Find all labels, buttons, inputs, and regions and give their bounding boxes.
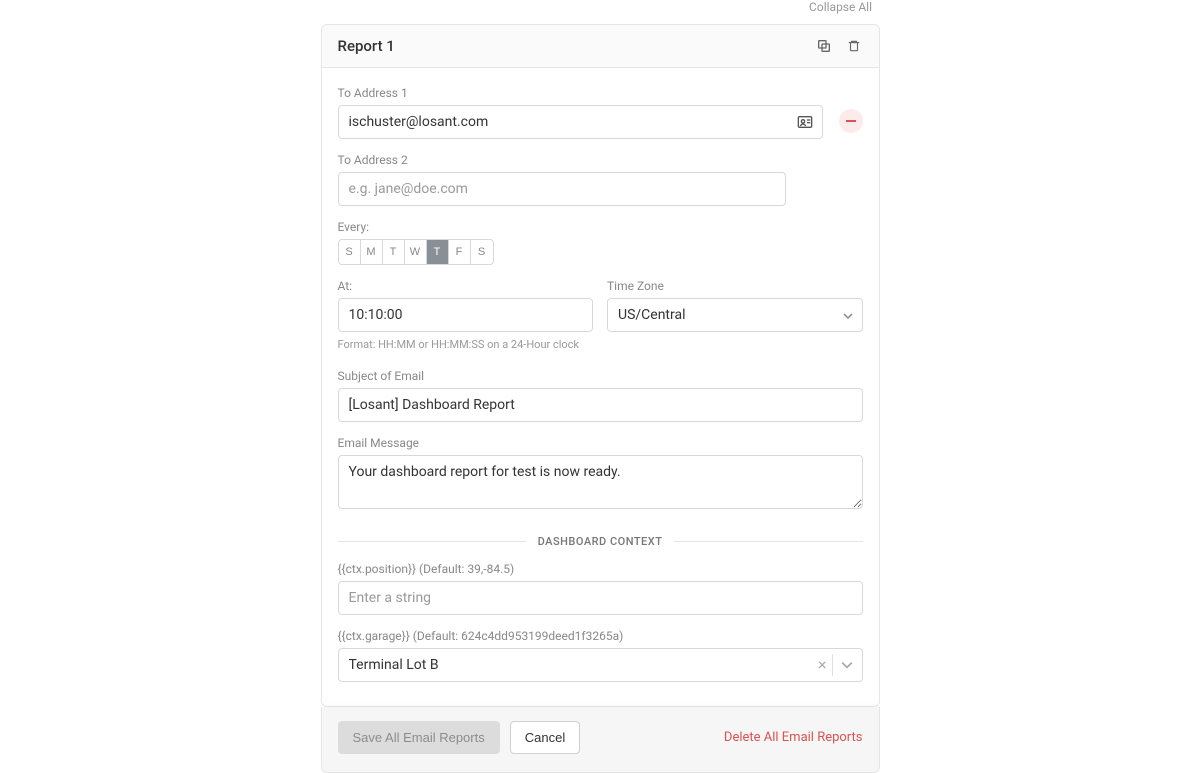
save-button[interactable]: Save All Email Reports <box>338 721 500 754</box>
day-btn-5[interactable]: F <box>449 240 471 264</box>
ctx-garage-select[interactable] <box>338 648 863 682</box>
ctx-position-label: {{ctx.position}} (Default: 39,-84.5) <box>338 562 863 576</box>
message-textarea[interactable] <box>338 455 863 509</box>
to-address-2-input[interactable] <box>338 172 786 206</box>
separator <box>832 654 833 676</box>
to-address-2-label: To Address 2 <box>338 153 786 167</box>
footer-bar: Save All Email Reports Cancel Delete All… <box>321 707 880 773</box>
day-btn-3[interactable]: W <box>405 240 427 264</box>
message-label: Email Message <box>338 436 863 450</box>
cancel-button[interactable]: Cancel <box>510 721 580 754</box>
duplicate-icon[interactable] <box>815 37 833 55</box>
at-label: At: <box>338 279 594 293</box>
collapse-all-link[interactable]: Collapse All <box>0 0 1200 24</box>
every-label: Every: <box>338 220 786 234</box>
day-btn-4[interactable]: T <box>427 240 449 264</box>
divider <box>338 541 526 542</box>
timezone-select[interactable] <box>607 298 863 332</box>
day-btn-0[interactable]: S <box>339 240 361 264</box>
ctx-garage-label: {{ctx.garage}} (Default: 624c4dd953199de… <box>338 629 863 643</box>
timezone-label: Time Zone <box>607 279 863 293</box>
subject-input[interactable] <box>338 388 863 422</box>
subject-label: Subject of Email <box>338 369 863 383</box>
delete-icon[interactable] <box>845 37 863 55</box>
at-input[interactable] <box>338 298 594 332</box>
report-header: Report 1 <box>322 25 879 68</box>
divider <box>674 541 862 542</box>
at-hint: Format: HH:MM or HH:MM:SS on a 24-Hour c… <box>338 338 863 351</box>
day-btn-2[interactable]: T <box>383 240 405 264</box>
ctx-position-input[interactable] <box>338 581 863 615</box>
day-btn-6[interactable]: S <box>471 240 493 264</box>
day-btn-1[interactable]: M <box>361 240 383 264</box>
address-book-icon[interactable] <box>797 115 813 129</box>
chevron-down-icon[interactable] <box>841 657 853 673</box>
remove-address-button[interactable] <box>839 109 863 133</box>
report-title: Report 1 <box>338 37 395 55</box>
day-picker: SMTWTFS <box>338 239 494 265</box>
context-heading: DASHBOARD CONTEXT <box>538 535 663 548</box>
clear-icon[interactable]: × <box>818 657 827 673</box>
report-card: Report 1 To Address 1 <box>321 24 880 707</box>
to-address-1-input[interactable] <box>338 105 823 139</box>
to-address-1-label: To Address 1 <box>338 86 823 100</box>
delete-all-link[interactable]: Delete All Email Reports <box>724 730 863 745</box>
